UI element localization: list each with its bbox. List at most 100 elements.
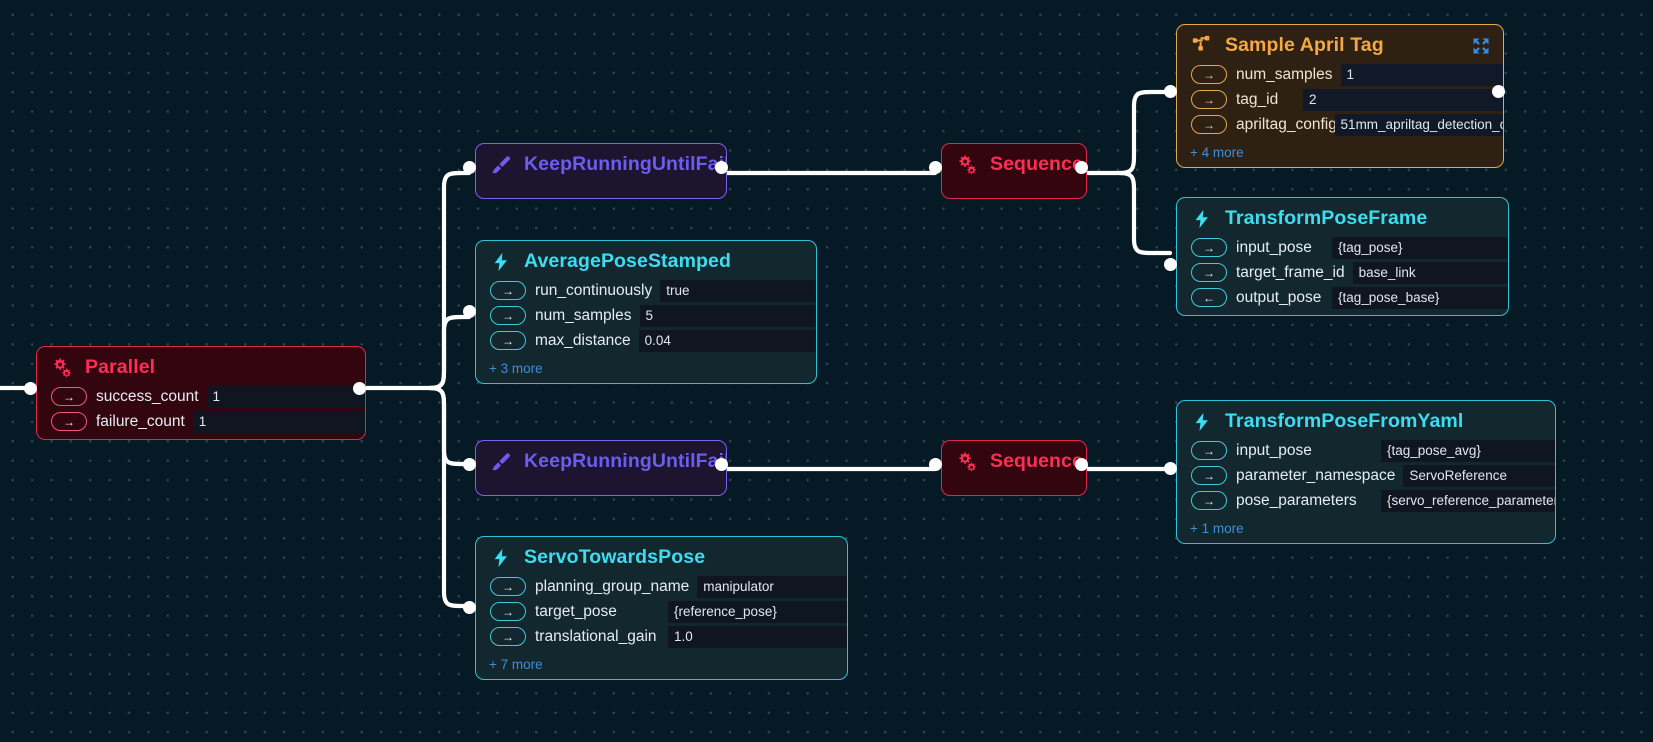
node-header[interactable]: AveragePoseStamped xyxy=(476,241,816,279)
port-value-field[interactable]: manipulator xyxy=(697,575,847,598)
node-sequence-2[interactable]: Sequence xyxy=(941,440,1087,496)
port-value-field[interactable]: {tag_pose_avg} xyxy=(1381,439,1555,462)
port-value-field[interactable]: {reference_pose} xyxy=(668,600,847,623)
port-input-arrow-icon[interactable]: → xyxy=(1191,441,1227,460)
port-input-arrow-icon[interactable]: → xyxy=(490,627,526,646)
transform-pose-from-yaml-input-port[interactable] xyxy=(1164,462,1177,475)
expand-arrows-icon[interactable] xyxy=(1472,37,1490,55)
port-input-arrow-icon[interactable]: → xyxy=(51,412,87,431)
node-header[interactable]: KeepRunningUntilFailure xyxy=(476,144,726,182)
port-row[interactable]: → planning_group_name manipulator xyxy=(476,575,847,598)
show-more-link[interactable]: + 1 more xyxy=(1177,518,1555,543)
port-row[interactable]: → target_frame_id base_link xyxy=(1177,261,1508,284)
port-input-arrow-icon[interactable]: → xyxy=(1191,491,1227,510)
port-value-field[interactable]: 1.0 xyxy=(668,625,847,648)
node-average-pose-stamped[interactable]: AveragePoseStamped → run_continuously true →… xyxy=(475,240,817,384)
port-input-arrow-icon[interactable]: → xyxy=(1191,238,1227,257)
port-input-arrow-icon[interactable]: → xyxy=(1191,115,1227,134)
port-row[interactable]: → translational_gain 1.0 xyxy=(476,625,847,648)
node-keep-running-2[interactable]: KeepRunningUntilFailure xyxy=(475,440,727,496)
port-input-arrow-icon[interactable]: → xyxy=(490,281,526,300)
port-value-field[interactable]: 2 xyxy=(1303,88,1503,111)
keep-running-2-input-port[interactable] xyxy=(463,458,476,471)
node-header[interactable]: Sequence xyxy=(942,144,1086,182)
port-row[interactable]: → target_pose {reference_pose} xyxy=(476,600,847,623)
port-row[interactable]: ← output_pose {tag_pose_base} xyxy=(1177,286,1508,309)
port-value-field[interactable]: {servo_reference_parameters} xyxy=(1381,489,1555,512)
port-input-arrow-icon[interactable]: → xyxy=(1191,466,1227,485)
show-more-link[interactable]: + 3 more xyxy=(476,358,816,383)
sequence-2-output-port[interactable] xyxy=(1075,458,1088,471)
node-parallel[interactable]: Parallel → success_count 1 → failure_count 1 xyxy=(36,346,366,440)
node-servo-towards-pose[interactable]: ServoTowardsPose → planning_group_name mani… xyxy=(475,536,848,680)
port-value-field[interactable]: 1 xyxy=(192,410,365,433)
port-row[interactable]: → parameter_namespace ServoReference xyxy=(1177,464,1555,487)
node-title: Sequence xyxy=(990,153,1083,175)
port-output-arrow-icon[interactable]: ← xyxy=(1191,288,1227,307)
keep-running-1-input-port[interactable] xyxy=(463,161,476,174)
port-value-field[interactable]: 1 xyxy=(1340,63,1503,86)
node-sequence-1[interactable]: Sequence xyxy=(941,143,1087,199)
node-transform-pose-frame[interactable]: TransformPoseFrame → input_pose {tag_pose} →… xyxy=(1176,197,1509,316)
node-title: ServoTowardsPose xyxy=(524,546,706,568)
port-value-field[interactable]: {tag_pose_base} xyxy=(1332,286,1508,309)
port-label: pose_parameters xyxy=(1236,491,1357,509)
port-input-arrow-icon[interactable]: → xyxy=(51,387,87,406)
node-header[interactable]: KeepRunningUntilFailure xyxy=(476,441,726,479)
port-row[interactable]: → max_distance 0.04 xyxy=(476,329,816,352)
node-header[interactable]: Parallel xyxy=(37,347,365,385)
port-row[interactable]: → num_samples 5 xyxy=(476,304,816,327)
port-value-field[interactable]: 5 xyxy=(639,304,816,327)
port-row[interactable]: → apriltag_config 51mm_apriltag_detection_… xyxy=(1177,113,1503,136)
node-header[interactable]: TransformPoseFromYaml xyxy=(1177,401,1555,439)
keep-running-2-output-port[interactable] xyxy=(715,458,728,471)
show-more-link[interactable]: + 7 more xyxy=(476,654,847,679)
node-transform-pose-from-yaml[interactable]: TransformPoseFromYaml → input_pose {tag_pos… xyxy=(1176,400,1556,544)
port-row[interactable]: → run_continuously true xyxy=(476,279,816,302)
port-value-field[interactable]: base_link xyxy=(1352,261,1508,284)
port-value-field[interactable]: true xyxy=(660,279,816,302)
sample-april-tag-input-port[interactable] xyxy=(1164,85,1177,98)
parallel-output-port[interactable] xyxy=(353,382,366,395)
servo-towards-pose-input-port[interactable] xyxy=(463,601,476,614)
sequence-1-output-port[interactable] xyxy=(1075,161,1088,174)
port-value-field[interactable]: {tag_pose} xyxy=(1332,236,1508,259)
parallel-input-port[interactable] xyxy=(24,382,37,395)
port-row[interactable]: → input_pose {tag_pose} xyxy=(1177,236,1508,259)
port-label: translational_gain xyxy=(535,627,657,645)
port-row[interactable]: → failure_count 1 xyxy=(37,410,365,433)
port-input-arrow-icon[interactable]: → xyxy=(490,602,526,621)
port-input-arrow-icon[interactable]: → xyxy=(1191,90,1227,109)
port-row[interactable]: → tag_id 2 xyxy=(1177,88,1503,111)
node-header[interactable]: Sample April Tag xyxy=(1177,25,1503,63)
port-value-field[interactable]: ServoReference xyxy=(1403,464,1555,487)
node-header[interactable]: TransformPoseFrame xyxy=(1177,198,1508,236)
port-input-arrow-icon[interactable]: → xyxy=(490,577,526,596)
paintbrush-icon xyxy=(492,155,511,173)
port-label: input_pose xyxy=(1236,238,1312,256)
sample-april-tag-output-port[interactable] xyxy=(1492,85,1505,98)
port-value-field[interactable]: 51mm_apriltag_detection_con xyxy=(1334,113,1503,136)
port-row[interactable]: → success_count 1 xyxy=(37,385,365,408)
node-title: TransformPoseFrame xyxy=(1225,207,1428,229)
node-header[interactable]: ServoTowardsPose xyxy=(476,537,847,575)
average-pose-stamped-input-port[interactable] xyxy=(463,305,476,318)
port-input-arrow-icon[interactable]: → xyxy=(1191,65,1227,84)
show-more-link[interactable]: + 4 more xyxy=(1177,142,1503,167)
port-row[interactable]: → pose_parameters {servo_reference_paramet… xyxy=(1177,489,1555,512)
port-value-field[interactable]: 0.04 xyxy=(638,329,816,352)
port-label: target_pose xyxy=(535,602,617,620)
node-sample-april-tag[interactable]: Sample April Tag → num_samples 1 → tag_id 2 → ap… xyxy=(1176,24,1504,168)
port-value-field[interactable]: 1 xyxy=(206,385,365,408)
port-input-arrow-icon[interactable]: → xyxy=(1191,263,1227,282)
keep-running-1-output-port[interactable] xyxy=(715,161,728,174)
sequence-1-input-port[interactable] xyxy=(929,161,942,174)
node-keep-running-1[interactable]: KeepRunningUntilFailure xyxy=(475,143,727,199)
node-header[interactable]: Sequence xyxy=(942,441,1086,479)
port-row[interactable]: → num_samples 1 xyxy=(1177,63,1503,86)
transform-pose-frame-input-port[interactable] xyxy=(1164,258,1177,271)
port-input-arrow-icon[interactable]: → xyxy=(490,306,526,325)
port-row[interactable]: → input_pose {tag_pose_avg} xyxy=(1177,439,1555,462)
sequence-2-input-port[interactable] xyxy=(929,458,942,471)
port-input-arrow-icon[interactable]: → xyxy=(490,331,526,350)
